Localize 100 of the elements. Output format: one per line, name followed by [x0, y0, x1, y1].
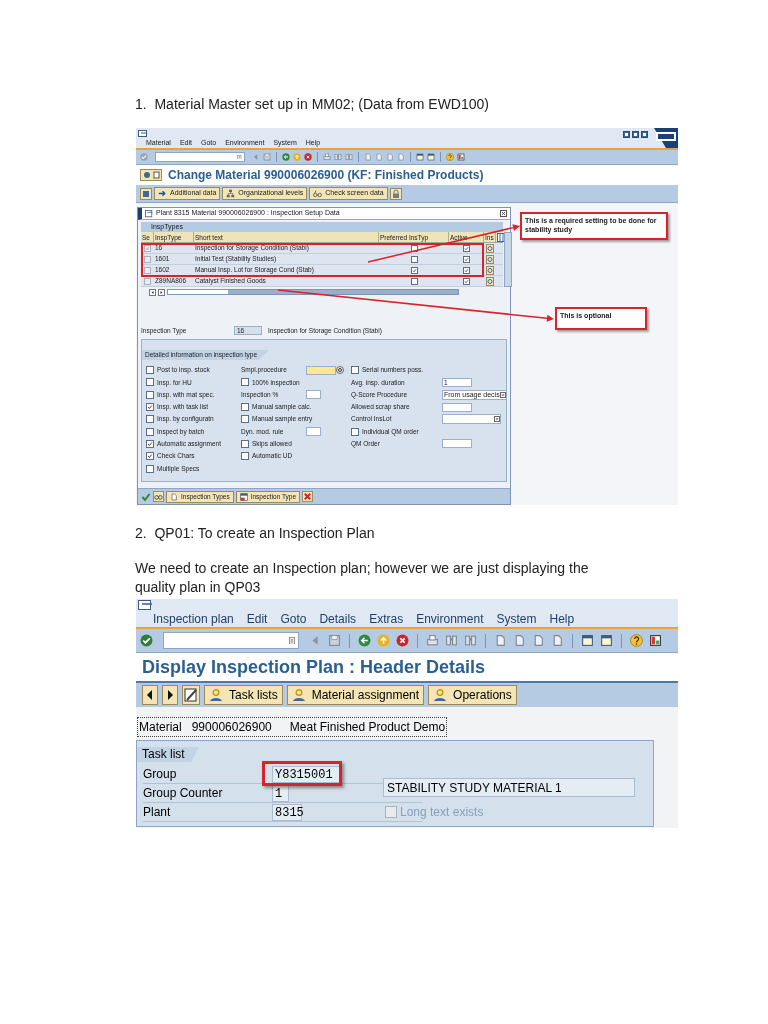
edit-icon[interactable]	[182, 685, 200, 705]
material-icon[interactable]	[140, 169, 162, 181]
search-help-icon[interactable]	[336, 366, 344, 375]
checkbox[interactable]	[241, 439, 249, 448]
menu-item[interactable]: Environment	[416, 610, 484, 628]
description-field: STABILITY STUDY MATERIAL 1	[383, 778, 635, 797]
page-icon[interactable]	[551, 634, 564, 647]
menu-item[interactable]: Inspection plan	[153, 610, 234, 628]
details-icon[interactable]	[486, 243, 494, 253]
menu-item[interactable]: System	[496, 610, 537, 628]
window-icon[interactable]	[600, 634, 613, 647]
input-field[interactable]	[306, 390, 321, 400]
input-field[interactable]	[442, 439, 472, 449]
scroll-right-icon[interactable]	[158, 288, 165, 296]
scrollbar[interactable]	[504, 232, 512, 287]
details-icon[interactable]	[486, 265, 494, 275]
menu-item[interactable]: Extras	[369, 610, 404, 628]
window-menu-icon[interactable]	[138, 600, 152, 611]
checkbox[interactable]	[146, 403, 154, 412]
input-field[interactable]	[306, 365, 336, 375]
horizontal-scrollbar[interactable]	[167, 289, 459, 295]
enter-icon[interactable]	[140, 634, 153, 647]
window-menu-icon[interactable]	[138, 130, 148, 138]
toolbar-button[interactable]: Task lists	[204, 685, 283, 705]
paragraph: We need to create an Inspection plan; however we are just displaying the quality plan in QP03	[135, 559, 590, 597]
previous-icon[interactable]	[142, 685, 158, 705]
checkbox[interactable]	[146, 366, 154, 375]
checkbox[interactable]	[146, 390, 154, 399]
glasses-icon[interactable]	[153, 491, 164, 502]
toolbar-button[interactable]: Material assignment	[286, 685, 425, 705]
dropdown-icon	[494, 416, 500, 423]
checkbox[interactable]	[146, 415, 154, 424]
checkbox[interactable]	[144, 244, 151, 252]
checkbox[interactable]	[146, 452, 154, 461]
close-icon[interactable]	[641, 131, 648, 138]
input-field[interactable]	[442, 402, 472, 412]
menu-item[interactable]: Details	[319, 610, 357, 628]
checkbox[interactable]	[351, 427, 359, 436]
cancel-icon[interactable]	[396, 634, 409, 647]
checkbox[interactable]	[463, 266, 470, 274]
window-icon[interactable]	[427, 153, 435, 161]
layout-icon[interactable]	[649, 634, 662, 647]
cancel-icon[interactable]	[302, 491, 314, 502]
checkbox[interactable]	[146, 439, 154, 448]
binoculars-icon[interactable]	[445, 634, 458, 647]
checkbox[interactable]	[463, 277, 470, 285]
details-icon[interactable]	[486, 254, 494, 264]
binoculars-icon[interactable]	[345, 153, 353, 161]
page-icon[interactable]	[532, 634, 545, 647]
checkmark-icon[interactable]	[141, 491, 151, 502]
window-icon[interactable]	[581, 634, 594, 647]
input-field[interactable]	[306, 427, 321, 437]
checkbox[interactable]	[410, 244, 418, 252]
cancel-icon[interactable]	[304, 153, 312, 161]
window-icon[interactable]	[416, 153, 424, 161]
dropdown-icon[interactable]	[237, 154, 242, 160]
dropdown-field[interactable]	[442, 414, 501, 425]
switch-icon[interactable]	[140, 187, 152, 200]
back-arrow-icon[interactable]	[282, 153, 290, 161]
command-field[interactable]	[163, 632, 299, 649]
back-arrow-icon[interactable]	[358, 634, 371, 647]
menu-item[interactable]: Edit	[246, 610, 268, 628]
checkbox[interactable]	[241, 452, 249, 461]
page-icon[interactable]	[513, 634, 526, 647]
checkbox[interactable]	[144, 277, 151, 285]
checkbox[interactable]	[144, 255, 151, 263]
menu-item[interactable]: Help	[549, 610, 575, 628]
printer-icon[interactable]	[426, 634, 439, 647]
help-icon[interactable]	[630, 634, 643, 647]
material-description: Meat Finished Product Demo	[289, 719, 446, 736]
checkbox[interactable]	[463, 244, 470, 252]
checkbox[interactable]	[144, 266, 151, 274]
close-icon[interactable]	[500, 210, 507, 217]
toolbar-button[interactable]: Operations	[428, 685, 517, 705]
checkbox[interactable]	[241, 415, 249, 424]
binoculars-icon[interactable]	[334, 153, 342, 161]
step-heading: 1. Material Master set up in MM02; (Data from EWD100)	[135, 95, 489, 114]
minimize-icon[interactable]	[623, 131, 630, 138]
layout-icon[interactable]	[457, 153, 465, 161]
lock-icon[interactable]	[389, 187, 402, 200]
checkbox[interactable]	[463, 255, 470, 263]
details-icon[interactable]	[486, 276, 494, 286]
command-field[interactable]	[155, 152, 245, 162]
checkbox[interactable]	[410, 277, 418, 285]
checkbox[interactable]	[410, 266, 418, 274]
printer-icon[interactable]	[323, 153, 331, 161]
menu-item[interactable]: Goto	[280, 610, 307, 628]
maximize-icon[interactable]	[632, 131, 639, 138]
checkbox[interactable]	[410, 255, 418, 263]
scroll-left-icon[interactable]	[149, 288, 156, 296]
checkbox[interactable]	[241, 378, 249, 387]
checkbox[interactable]	[241, 403, 249, 412]
binoculars-icon[interactable]	[464, 634, 477, 647]
checkbox[interactable]	[146, 378, 154, 387]
checkbox[interactable]	[146, 427, 154, 436]
page-icon[interactable]	[494, 634, 507, 647]
checkbox[interactable]	[351, 366, 359, 375]
dropdown-icon[interactable]	[288, 636, 296, 645]
checkbox[interactable]	[146, 464, 154, 473]
next-icon[interactable]	[162, 685, 178, 705]
